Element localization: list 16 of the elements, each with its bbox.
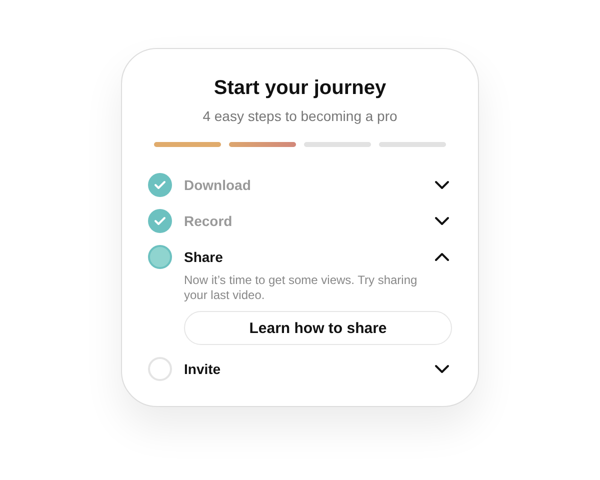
check-icon (148, 173, 172, 197)
progress-segment (229, 142, 296, 147)
step-description: Now it’s time to get some views. Try sharing your last video. (184, 273, 418, 303)
card-subtitle: 4 easy steps to becoming a pro (202, 108, 398, 124)
step-label: Download (184, 177, 252, 193)
step-label: Invite (184, 361, 222, 377)
step-label: Record (184, 213, 234, 229)
step-circle-icon (148, 245, 172, 269)
step-label: Share (184, 249, 224, 265)
learn-button[interactable]: Learn how to share (184, 311, 452, 345)
step-circle-icon (148, 357, 172, 381)
progress-segment (304, 142, 371, 147)
progress-segment (154, 142, 221, 147)
progress-segment (379, 142, 446, 147)
card-title: Start your journey (214, 77, 386, 100)
check-icon (148, 209, 172, 233)
